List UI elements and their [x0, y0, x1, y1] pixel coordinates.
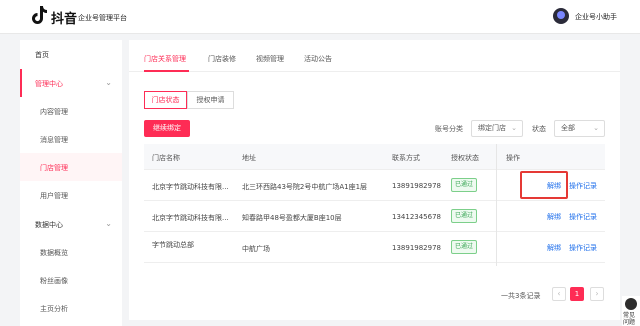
sidebar-item-label: 粉丝画像	[40, 277, 68, 285]
sidebar-item-data-overview[interactable]: 数据概览	[20, 238, 122, 266]
store-address: 北三环西路43号院2号中航广场A1座1层	[242, 183, 368, 191]
unbind-link[interactable]: 解绑	[547, 243, 561, 253]
faq-widget[interactable]: 常见问题	[622, 296, 640, 326]
assistant-avatar[interactable]	[553, 8, 569, 24]
segment-auth-requests[interactable]: 授权申请	[187, 91, 234, 109]
faq-label: 常见问题	[623, 312, 636, 326]
store-address: 知春路甲48号盈都大厦B座10层	[242, 214, 342, 222]
chevron-down-icon: ⌄	[105, 78, 112, 87]
sidebar-item-label: 内容管理	[40, 108, 68, 116]
sidebar-group-data[interactable]: 数据中心 ⌄	[20, 210, 122, 238]
tab-store-relations[interactable]: 门店关系管理	[144, 54, 186, 64]
brand-name: 抖音	[51, 12, 78, 27]
tab-video-management[interactable]: 视频管理	[256, 54, 284, 64]
highlight-box	[520, 171, 568, 199]
account-type-select[interactable]: 绑定门店 ⌄	[471, 120, 523, 137]
sidebar-item-label: 门店管理	[40, 164, 68, 172]
sidebar-item-label: 数据概览	[40, 249, 68, 257]
account-type-label: 账号分类	[435, 125, 463, 133]
status-badge: 已通过	[451, 178, 477, 192]
store-name: 字节跳动总部	[152, 241, 194, 249]
table-header: 门店名称 地址 联系方式 授权状态 操作	[144, 144, 605, 170]
column-header: 授权状态	[451, 154, 479, 162]
segment-store-status[interactable]: 门店状态	[144, 91, 187, 109]
tab-bar: 门店关系管理 门店装修 视频管理 活动公告	[129, 40, 620, 72]
status-badge: 已通过	[451, 209, 477, 223]
unbind-link[interactable]: 解绑	[547, 212, 561, 222]
operation-column-divider	[496, 144, 497, 266]
operation-log-link[interactable]: 操作记录	[569, 181, 597, 191]
store-phone: 13891982978	[392, 244, 441, 252]
sidebar-item-content[interactable]: 内容管理	[20, 97, 122, 125]
column-header: 门店名称	[152, 154, 180, 162]
chevron-down-icon: ⌄	[511, 124, 517, 132]
chevron-down-icon: ⌄	[105, 219, 112, 228]
prev-page-button[interactable]: ‹	[552, 287, 566, 301]
sidebar-item-label: 消息管理	[40, 136, 68, 144]
platform-title: 企业号管理平台	[78, 14, 127, 22]
top-bar: 抖音 企业号管理平台 企业号小助手	[0, 0, 640, 34]
column-header: 联系方式	[392, 154, 420, 162]
tab-announcements[interactable]: 活动公告	[304, 54, 332, 64]
store-address: 中航广场	[242, 245, 270, 253]
sidebar-item-label: 主页分析	[40, 305, 68, 313]
sidebar-item-stores[interactable]: 门店管理	[20, 153, 122, 181]
status-badge: 已通过	[451, 240, 477, 254]
table-row: 北京字节跳动科技有限... 知春路甲48号盈都大厦B座10层 134123456…	[144, 201, 605, 232]
sidebar-item-fan-profile[interactable]: 粉丝画像	[20, 266, 122, 294]
account-type-value: 绑定门店	[478, 124, 506, 132]
assistant-name[interactable]: 企业号小助手	[575, 12, 617, 22]
next-page-button[interactable]: ›	[590, 287, 604, 301]
status-value: 全部	[561, 124, 575, 132]
sidebar-item-users[interactable]: 用户管理	[20, 181, 122, 209]
store-name: 北京字节跳动科技有限...	[152, 214, 229, 222]
column-header: 地址	[242, 154, 256, 162]
sidebar-item-label: 管理中心	[35, 80, 63, 88]
sidebar-item-home[interactable]: 首页	[20, 40, 122, 68]
status-select[interactable]: 全部 ⌄	[554, 120, 605, 137]
sidebar-group-management[interactable]: 管理中心 ⌄	[20, 69, 122, 97]
total-records: 一共3条记录	[501, 292, 541, 300]
operation-log-link[interactable]: 操作记录	[569, 243, 597, 253]
page-number[interactable]: 1	[570, 287, 584, 301]
column-header: 操作	[506, 154, 520, 162]
store-name: 北京字节跳动科技有限...	[152, 183, 229, 191]
status-label: 状态	[532, 125, 546, 133]
chevron-down-icon: ⌄	[593, 124, 599, 132]
store-phone: 13412345678	[392, 213, 441, 221]
tab-store-decoration[interactable]: 门店装修	[208, 54, 236, 64]
active-tab-indicator	[144, 70, 189, 72]
sidebar-item-label: 数据中心	[35, 221, 63, 229]
sidebar-item-label: 首页	[35, 51, 49, 59]
douyin-logo-icon	[32, 6, 47, 24]
operation-log-link[interactable]: 操作记录	[569, 212, 597, 222]
help-icon	[625, 298, 637, 310]
sidebar-item-homepage-analysis[interactable]: 主页分析	[20, 294, 122, 322]
sidebar-item-messages[interactable]: 消息管理	[20, 125, 122, 153]
sidebar: 首页 管理中心 ⌄ 内容管理 消息管理 门店管理 用户管理 数据中心 ⌄ 数据概…	[20, 40, 122, 326]
table-row: 字节跳动总部 中航广场 13891982978 已通过 解绑 操作记录	[144, 232, 605, 263]
store-phone: 13891982978	[392, 182, 441, 190]
sidebar-item-label: 用户管理	[40, 192, 68, 200]
continue-binding-button[interactable]: 继续绑定	[144, 120, 190, 137]
